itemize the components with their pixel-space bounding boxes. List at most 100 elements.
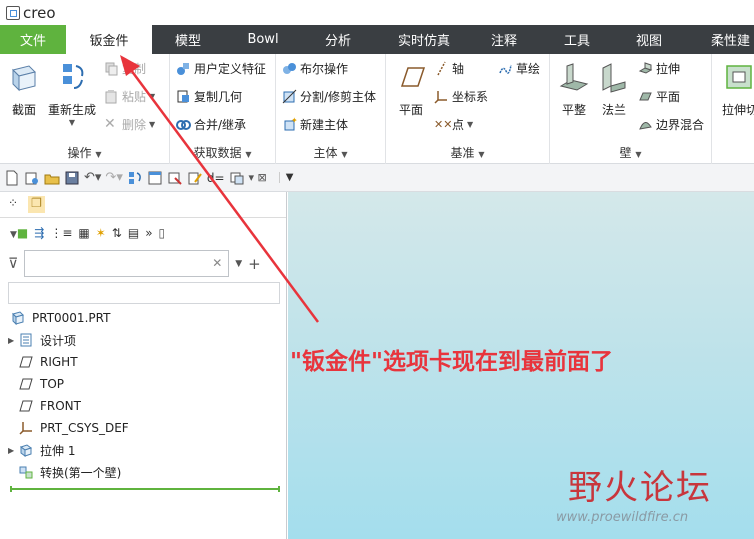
datum-point-button[interactable]: ✕✕ 点 ▼ (434, 116, 473, 133)
tree-show-icon[interactable]: ▤ (128, 226, 139, 240)
group-operations: 截面 重新生成 ▼ 复制 粘贴 ▼ ✕ 删除 ▼ 操作 ▼ (0, 54, 170, 164)
redo-icon[interactable]: ↷▾ (105, 170, 122, 185)
tree-item-convert-first-wall[interactable]: 转换(第一个壁) (8, 461, 280, 483)
save-icon[interactable] (64, 170, 80, 186)
tab-model[interactable]: 模型 (152, 25, 224, 54)
graphics-viewport[interactable]: "钣金件"选项卡现在到最前面了 野火论坛 www.proewildfire.cn (288, 192, 754, 539)
tab-analysis[interactable]: 分析 (302, 25, 374, 54)
udf-icon (177, 63, 189, 75)
tab-tools[interactable]: 工具 (534, 25, 620, 54)
tree-search-input[interactable]: ✕ (24, 250, 230, 277)
insert-here-marker[interactable] (10, 486, 280, 492)
expand-icon[interactable]: ▶ (8, 336, 18, 345)
tab-annotate[interactable]: 注释 (474, 25, 534, 54)
layer-tree-tab-icon[interactable]: ❐ (28, 196, 45, 213)
datum-plane-button[interactable]: 平面 (394, 60, 428, 118)
tree-item-extrude-1[interactable]: ▶ 拉伸 1 (8, 439, 280, 461)
tree-settings-icon[interactable]: ✶ (96, 226, 106, 240)
more-commands-icon[interactable]: ▾ ⊠ (249, 171, 267, 184)
design-items-icon (20, 333, 32, 347)
open-session-icon[interactable] (24, 170, 40, 186)
sketch-button[interactable]: 草绘 (498, 60, 540, 77)
udf-button[interactable]: 用户定义特征 (176, 60, 266, 77)
windows-icon[interactable] (147, 170, 163, 186)
tab-file[interactable]: 文件 (0, 25, 66, 54)
merge-inherit-button[interactable]: 合并/继承 (176, 116, 246, 133)
group-label-datum[interactable]: 基准 ▼ (386, 144, 549, 161)
tree-more-icon[interactable]: » (145, 226, 152, 240)
tree-view-dropdown-icon[interactable]: ▼■ (10, 226, 28, 240)
group-label-wall[interactable]: 壁 ▼ (550, 144, 711, 161)
open-folder-icon[interactable] (44, 170, 60, 186)
expand-icon[interactable]: ▶ (8, 446, 18, 455)
search-dropdown-icon[interactable]: ▼ (235, 259, 242, 269)
filter-icon[interactable]: ⊽ (8, 256, 18, 272)
group-label-get-data[interactable]: 获取数据 ▼ (170, 144, 275, 161)
clear-search-icon[interactable]: ✕ (212, 256, 222, 270)
new-file-icon[interactable] (4, 170, 20, 186)
extrude-cut-button[interactable]: 拉伸切 (718, 60, 754, 118)
tree-item-csys[interactable]: PRT_CSYS_DEF (8, 417, 280, 439)
section-button[interactable]: 截面 (6, 60, 42, 118)
edit-icon[interactable] (187, 170, 203, 186)
flat-wall-button[interactable]: 平整 (556, 60, 592, 118)
datum-plane-icon (19, 378, 33, 390)
boolean-button[interactable]: 布尔操作 (282, 60, 348, 77)
tree-root[interactable]: PRT0001.PRT (8, 307, 280, 329)
coordinate-system-button[interactable]: 坐标系 (434, 88, 488, 105)
model-tree-tab-icon[interactable]: ⁘ (8, 196, 18, 213)
close-window-icon[interactable] (167, 170, 183, 186)
group-datum: 平面 轴 坐标系 ✕✕ 点 ▼ 草绘 基准 ▼ (386, 54, 550, 164)
copy-geometry-button[interactable]: 复制几何 (176, 88, 242, 105)
group-label-body[interactable]: 主体 ▼ (276, 144, 385, 161)
flange-wall-button[interactable]: 法兰 (596, 60, 632, 118)
tab-live-simulation[interactable]: 实时仿真 (374, 25, 474, 54)
tree-table-icon[interactable]: ▦ (78, 226, 89, 240)
extrude-cut-icon (726, 65, 752, 89)
delete-button[interactable]: ✕ 删除 ▼ (104, 116, 155, 133)
tree-sort-icon[interactable]: ⇅ (112, 226, 122, 240)
regenerate-small-icon[interactable] (127, 170, 143, 186)
flange-wall-icon (602, 63, 626, 93)
regenerate-button[interactable]: 重新生成 ▼ (44, 60, 100, 127)
extrude-wall-button[interactable]: 拉伸 (638, 60, 680, 77)
undo-icon[interactable]: ↶▾ (84, 170, 101, 185)
boundary-blend-button[interactable]: 边界混合 (638, 116, 704, 133)
part-icon (12, 311, 24, 325)
new-body-icon: ✦ (284, 117, 297, 131)
boolean-icon (283, 63, 296, 74)
split-trim-body-button[interactable]: 分割/修剪主体 (282, 88, 376, 105)
svg-text:✦: ✦ (291, 117, 297, 125)
datum-plane-icon (19, 356, 33, 368)
tree-item-design-items[interactable]: ▶ 设计项 (8, 329, 280, 351)
axis-icon (437, 61, 446, 76)
copy-button[interactable]: 复制 (104, 60, 146, 77)
switch-view-icon[interactable] (229, 170, 245, 186)
planar-wall-button[interactable]: 平面 (638, 88, 680, 105)
tree-notes-icon[interactable]: ▯ (159, 226, 166, 240)
tab-flexible-modeling[interactable]: 柔性建 (678, 25, 754, 54)
add-filter-icon[interactable]: + (248, 255, 261, 273)
group-label-operations[interactable]: 操作 ▼ (0, 144, 169, 161)
tab-bowl[interactable]: Bowl (224, 25, 302, 54)
new-body-button[interactable]: ✦ 新建主体 (282, 116, 348, 133)
annotation-text: "钣金件"选项卡现在到最前面了 (290, 349, 613, 375)
dimension-icon[interactable]: d= (207, 171, 225, 185)
ribbon: 截面 重新生成 ▼ 复制 粘贴 ▼ ✕ 删除 ▼ 操作 ▼ 用户定义特征 复制几何 (0, 54, 754, 164)
quick-access-toolbar: ↶▾ ↷▾ d= ▾ ⊠ ▼ (0, 164, 754, 192)
convert-feature-icon (19, 466, 33, 479)
tab-sheetmetal[interactable]: 钣金件 (66, 25, 152, 54)
creo-logo: creo (6, 4, 56, 22)
tree-item-right-plane[interactable]: RIGHT (8, 351, 280, 373)
tree-filter: ⊽ ✕ ▼ + (8, 250, 261, 277)
paste-button[interactable]: 粘贴 ▼ (104, 88, 155, 105)
datum-axis-button[interactable]: 轴 (434, 60, 464, 77)
tree-item-top-plane[interactable]: TOP (8, 373, 280, 395)
tree-columns-icon[interactable]: ⇶ (34, 226, 44, 240)
regenerate-dropdown-icon[interactable]: ▼ (44, 118, 100, 127)
tab-view[interactable]: 视图 (620, 25, 678, 54)
customize-toolbar-icon[interactable]: ▼ (278, 172, 293, 183)
tree-secondary-bar[interactable] (8, 282, 280, 304)
tree-item-front-plane[interactable]: FRONT (8, 395, 280, 417)
tree-filter-list-icon[interactable]: ⋮≡ (50, 226, 72, 240)
